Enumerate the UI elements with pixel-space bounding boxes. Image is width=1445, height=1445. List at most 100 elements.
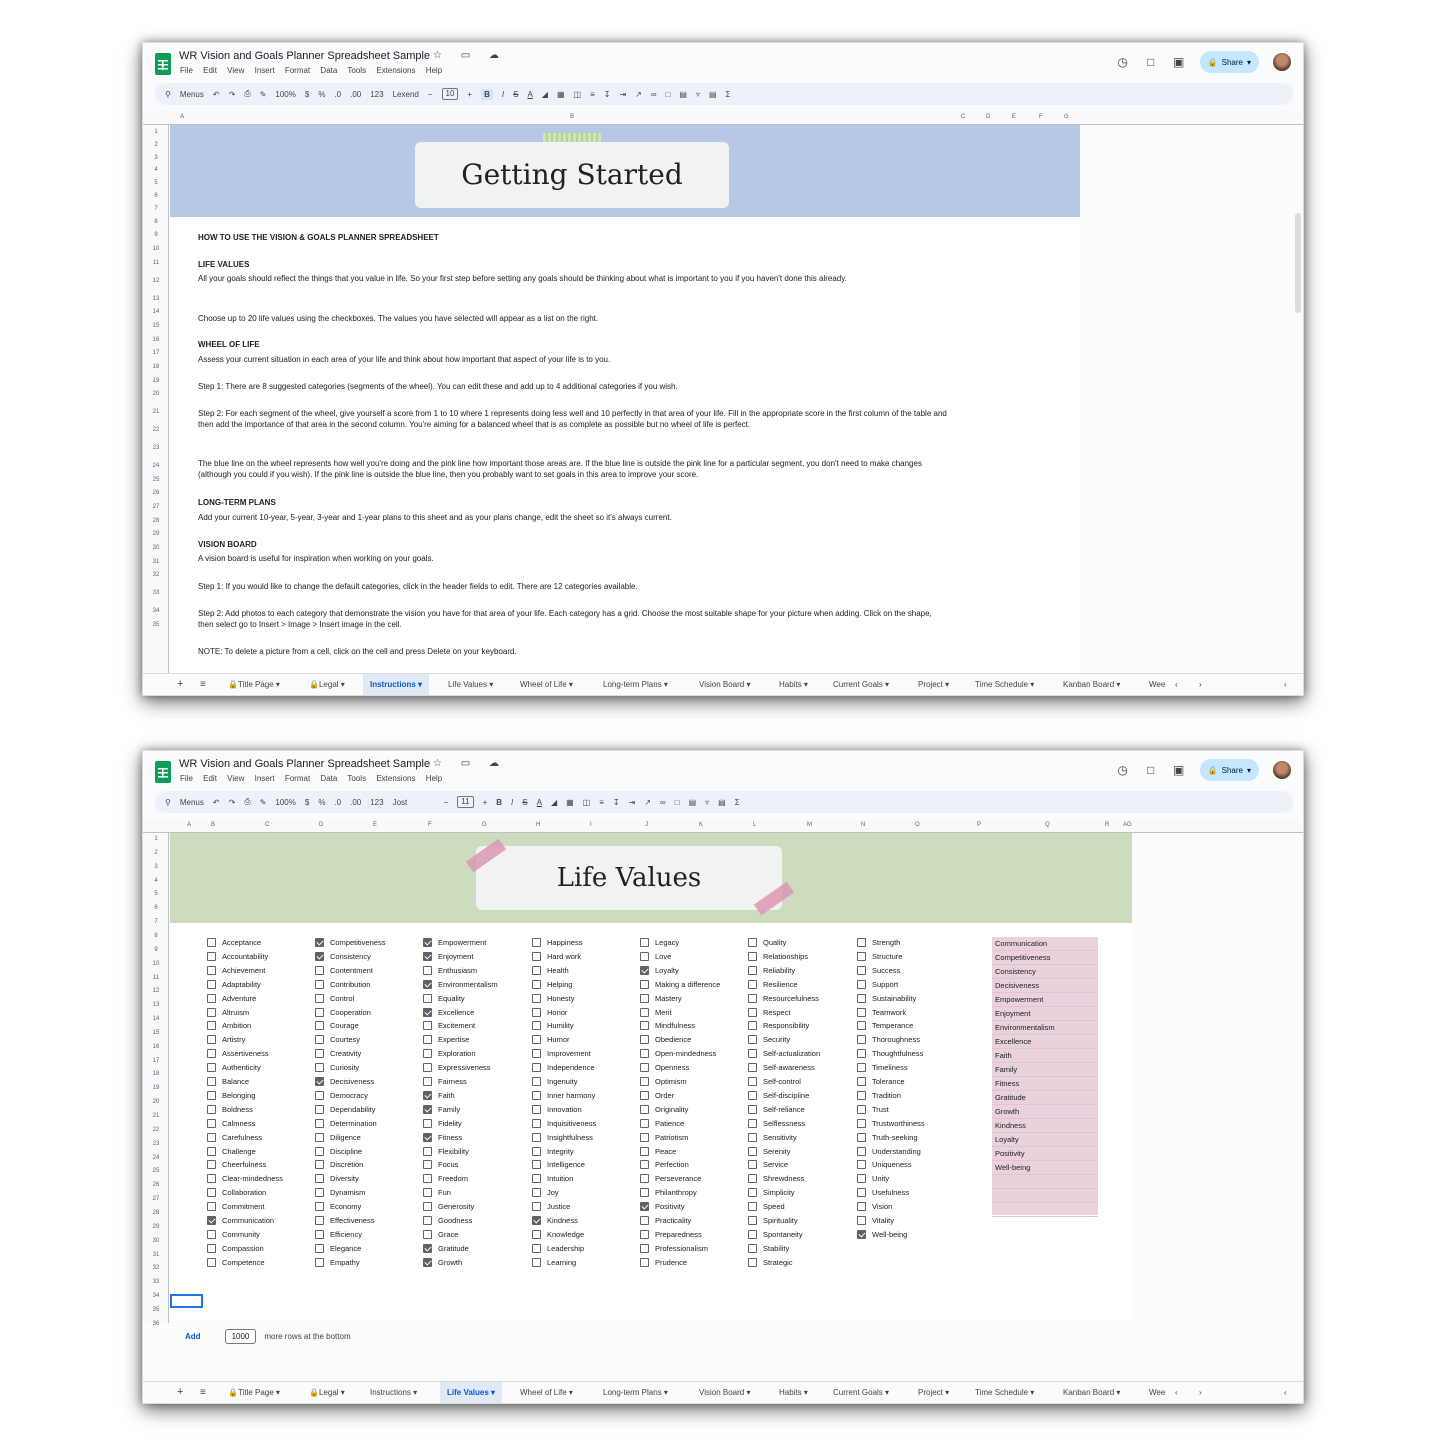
row-header[interactable]: 11 (143, 975, 169, 981)
tab-wheel-of-life[interactable]: Wheel of Life ▾ (520, 674, 573, 695)
value-checkbox[interactable] (857, 1104, 866, 1114)
print-icon[interactable]: ⎙ (244, 797, 250, 807)
row-header[interactable]: 3 (143, 155, 169, 161)
value-checkbox[interactable] (207, 1035, 216, 1045)
add-sheet-button[interactable]: + (177, 674, 183, 695)
value-checkbox[interactable] (532, 1160, 541, 1170)
col-header[interactable]: AG (1123, 822, 1132, 828)
menu-file[interactable]: File (180, 66, 193, 75)
value-checkbox[interactable] (748, 993, 757, 1003)
percent-button[interactable]: % (318, 798, 325, 807)
filter-icon[interactable]: ▿ (696, 90, 700, 99)
row-header[interactable]: 19 (143, 378, 169, 384)
row-header[interactable]: 22 (143, 427, 169, 433)
row-header[interactable]: 29 (143, 531, 169, 537)
value-checkbox[interactable] (207, 1202, 216, 1212)
comments-icon[interactable]: □ (1144, 763, 1158, 777)
value-checkbox[interactable] (640, 1229, 649, 1239)
row-header[interactable]: 16 (143, 337, 169, 343)
value-checkbox[interactable] (857, 1077, 866, 1086)
value-checkbox[interactable] (748, 1229, 757, 1239)
redo-icon[interactable]: ↷ (229, 90, 236, 99)
row-header[interactable]: 4 (143, 167, 169, 173)
borders-icon[interactable]: ▦ (566, 798, 574, 807)
plus-icon[interactable]: + (483, 798, 488, 807)
value-checkbox[interactable] (315, 1146, 324, 1156)
row-header[interactable]: 32 (143, 1265, 169, 1271)
text-color-button[interactable]: A (537, 798, 542, 807)
value-checkbox[interactable] (207, 1243, 216, 1253)
value-checkbox[interactable] (748, 1049, 757, 1059)
value-checkbox[interactable] (857, 1049, 866, 1059)
value-checkbox[interactable] (315, 993, 324, 1003)
value-checkbox[interactable] (640, 938, 649, 947)
vertical-scrollbar[interactable] (1295, 213, 1301, 313)
value-checkbox[interactable] (748, 938, 757, 947)
row-header[interactable]: 20 (143, 391, 169, 397)
menus-search[interactable]: Menus (180, 798, 204, 807)
tab-weekly[interactable]: Wee (1149, 674, 1165, 695)
value-checkbox[interactable] (423, 1229, 432, 1239)
fill-color-icon[interactable]: ◢ (551, 798, 557, 807)
row-header[interactable]: 9 (143, 947, 169, 953)
minus-icon[interactable]: − (428, 90, 433, 99)
active-cell-selection[interactable] (170, 1294, 203, 1308)
side-panel-collapse-icon[interactable]: ‹ (1284, 1382, 1287, 1403)
filter-views-icon[interactable]: ▤ (718, 798, 726, 807)
side-panel-collapse-icon[interactable]: ‹ (1284, 674, 1287, 695)
value-checkbox[interactable] (423, 1035, 432, 1045)
value-checkbox[interactable] (640, 1104, 649, 1114)
search-icon[interactable]: ⚲ (165, 90, 171, 99)
increase-decimal-button[interactable]: .00 (350, 90, 361, 99)
rotate-text-icon[interactable]: ↗ (635, 90, 642, 99)
value-checkbox[interactable] (207, 1146, 216, 1156)
value-checkbox[interactable] (423, 951, 432, 961)
star-move-cloud-icons[interactable]: ☆ ▭ ☁ (433, 50, 507, 61)
value-checkbox[interactable] (748, 1202, 757, 1212)
plus-icon[interactable]: + (467, 90, 472, 99)
value-checkbox[interactable] (532, 1174, 541, 1184)
row-header[interactable]: 29 (143, 1224, 169, 1230)
row-header[interactable]: 8 (143, 933, 169, 939)
value-checkbox[interactable] (207, 1049, 216, 1059)
value-checkbox[interactable] (532, 993, 541, 1003)
tab-life-values[interactable]: Life Values ▾ (440, 1382, 503, 1403)
row-header[interactable]: 17 (143, 1058, 169, 1064)
value-checkbox[interactable] (857, 1063, 866, 1073)
tab-long-term-plans[interactable]: Long-term Plans ▾ (603, 1382, 668, 1403)
col-header-e[interactable]: E (1012, 114, 1016, 120)
value-checkbox[interactable] (748, 1243, 757, 1253)
value-checkbox[interactable] (315, 965, 324, 975)
all-sheets-icon[interactable]: ≡ (200, 674, 206, 695)
tabs-scroll-left-icon[interactable]: ‹ (1175, 1382, 1178, 1403)
col-header[interactable]: B (211, 822, 215, 828)
row-header[interactable]: 14 (143, 1016, 169, 1022)
value-checkbox[interactable] (748, 951, 757, 961)
value-checkbox[interactable] (857, 965, 866, 975)
value-checkbox[interactable] (748, 1257, 757, 1267)
value-checkbox[interactable] (423, 1021, 432, 1031)
value-checkbox[interactable] (532, 1132, 541, 1142)
value-checkbox[interactable] (315, 1257, 324, 1267)
menu-extensions[interactable]: Extensions (376, 66, 415, 75)
value-checkbox[interactable] (423, 1104, 432, 1114)
more-formats-button[interactable]: 123 (370, 90, 383, 99)
tabs-scroll-right-icon[interactable]: › (1199, 1382, 1202, 1403)
row-header[interactable]: 33 (143, 590, 169, 596)
value-checkbox[interactable] (640, 1202, 649, 1212)
font-size-input[interactable]: 10 (441, 88, 459, 100)
comment-icon[interactable]: □ (666, 90, 671, 99)
row-header[interactable]: 14 (143, 309, 169, 315)
value-checkbox[interactable] (423, 1077, 432, 1086)
menu-format[interactable]: Format (285, 66, 310, 75)
value-checkbox[interactable] (532, 1188, 541, 1198)
value-checkbox[interactable] (207, 1021, 216, 1031)
italic-button[interactable]: I (502, 90, 504, 99)
value-checkbox[interactable] (207, 1174, 216, 1184)
menu-help[interactable]: Help (426, 66, 442, 75)
col-header[interactable]: G (482, 822, 487, 828)
value-checkbox[interactable] (423, 1202, 432, 1212)
value-checkbox[interactable] (748, 1007, 757, 1017)
merge-cells-icon[interactable]: ◫ (583, 798, 591, 807)
value-checkbox[interactable] (857, 951, 866, 961)
